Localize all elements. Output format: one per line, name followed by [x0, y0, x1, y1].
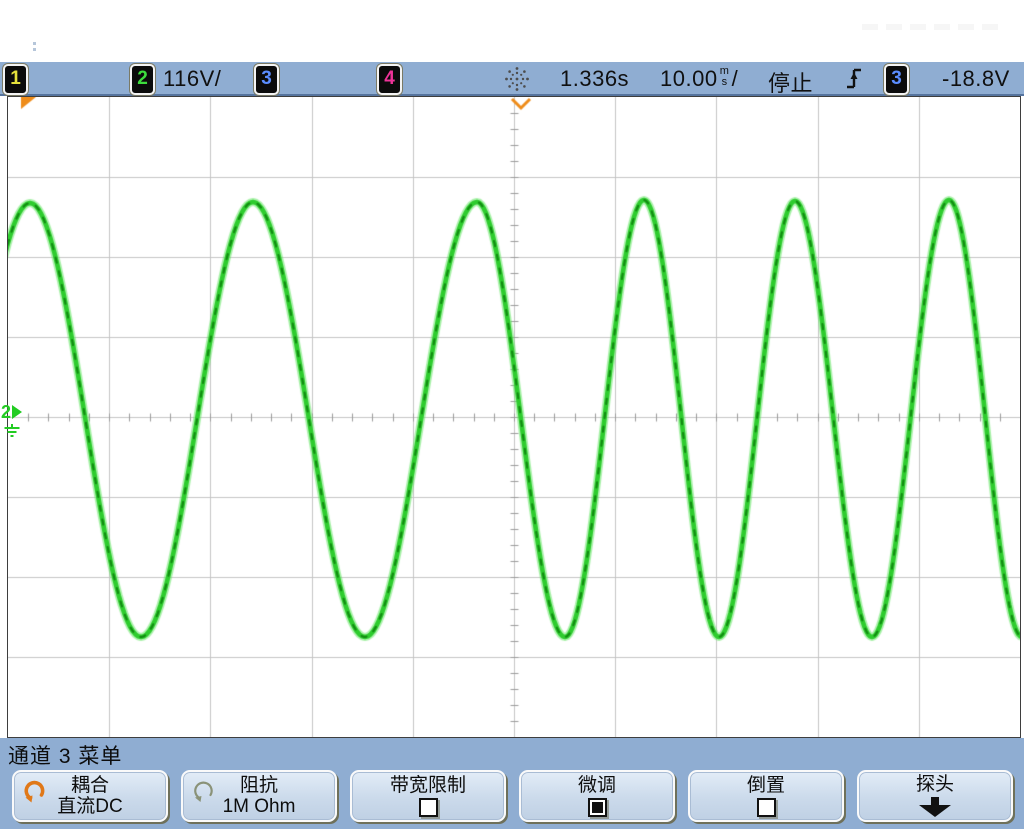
channel-3-badge: 3	[254, 64, 279, 95]
ground-symbol-icon	[3, 424, 21, 439]
snowflake-icon	[503, 65, 531, 93]
down-arrow-icon	[916, 797, 954, 819]
channel-1-badge: 1	[3, 64, 28, 95]
channel-2-scale: 116V/	[163, 66, 221, 92]
delay-time-readout: 1.336s	[560, 66, 629, 92]
impedance-label: 阻抗	[240, 775, 278, 796]
bandwidth-limit-checkbox[interactable]	[419, 798, 438, 817]
waveform-display	[8, 97, 1020, 737]
timebase-readout: 10.00ms/	[660, 66, 738, 92]
bandwidth-limit-label: 带宽限制	[390, 775, 466, 796]
bandwidth-limit-button[interactable]: 带宽限制	[350, 770, 506, 822]
trigger-level-readout: -18.8V	[942, 66, 1010, 92]
menu-title: 通道 3 菜单	[8, 740, 122, 770]
channel-2-badge: 2	[130, 64, 155, 95]
impedance-button[interactable]: 阻抗 1M Ohm	[181, 770, 337, 822]
print-artifact	[33, 42, 36, 45]
probe-button[interactable]: 探头	[857, 770, 1013, 822]
softkey-menu-panel: 通道 3 菜单 耦合 直流DC 阻抗 1M Ohm 带宽限制 微调	[0, 738, 1024, 829]
invert-button[interactable]: 倒置	[688, 770, 844, 822]
channel-4-badge: 4	[377, 64, 402, 95]
status-bar: 1 2 116V/ 3 4 1.336s 10.00ms/ 停止 3	[0, 62, 1024, 96]
fine-adjust-button[interactable]: 微调	[519, 770, 675, 822]
fine-adjust-checkbox[interactable]	[588, 798, 607, 817]
trigger-source-badge: 3	[884, 64, 909, 95]
right-triangle-icon	[12, 405, 22, 419]
edge-trigger-icon	[845, 66, 863, 92]
invert-checkbox[interactable]	[757, 798, 776, 817]
channel-2-ground-marker: 2	[1, 403, 22, 421]
rotate-knob-icon	[23, 779, 47, 803]
channel-2-marker-label: 2	[1, 403, 11, 421]
impedance-value: 1M Ohm	[223, 796, 296, 817]
coupling-value: 直流DC	[57, 796, 122, 817]
coupling-button[interactable]: 耦合 直流DC	[12, 770, 168, 822]
probe-label: 探头	[916, 774, 954, 795]
print-artifact	[862, 24, 1002, 30]
coupling-label: 耦合	[71, 775, 109, 796]
graticule-frame	[7, 96, 1021, 738]
run-state-label: 停止	[768, 66, 813, 98]
oscilloscope-screen: 1 2 116V/ 3 4 1.336s 10.00ms/ 停止 3	[0, 0, 1024, 829]
fine-adjust-label: 微调	[578, 775, 616, 796]
rotate-knob-icon	[192, 779, 216, 803]
invert-label: 倒置	[747, 775, 785, 796]
